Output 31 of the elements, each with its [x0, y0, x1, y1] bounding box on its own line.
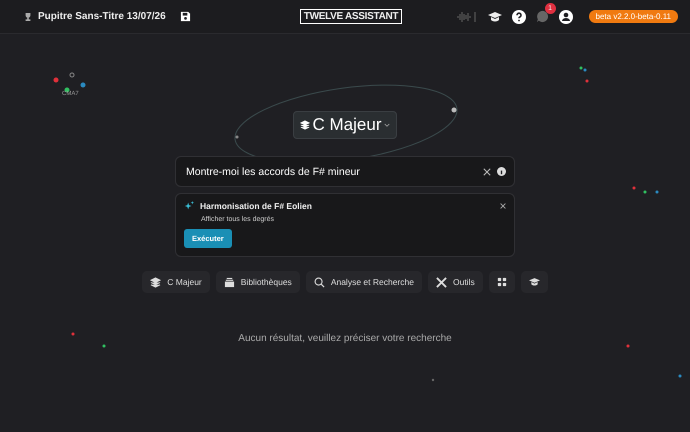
tray-icon	[224, 276, 235, 288]
layers-icon	[300, 120, 310, 130]
save-icon[interactable]	[180, 11, 191, 22]
search-icon	[314, 276, 325, 288]
app-logo: TWELVE ASSISTANT	[300, 9, 402, 24]
help-icon[interactable]	[512, 10, 526, 24]
toolbar-button[interactable]: Bibliothèques	[216, 271, 300, 293]
toolbar-button[interactable]: Analyse et Recherche	[306, 271, 422, 293]
sparkle-icon	[184, 201, 194, 211]
info-icon[interactable]	[497, 167, 506, 176]
empty-results-message: Aucun résultat, veuillez préciser votre recherche	[238, 333, 452, 344]
graduation-cap-icon	[528, 277, 540, 287]
graduation-cap-icon[interactable]	[488, 10, 502, 22]
toolbar-icon-button[interactable]	[488, 271, 515, 293]
tools-icon	[436, 276, 447, 288]
chat-bubble-icon[interactable]	[536, 10, 549, 23]
version-badge: beta v2.2.0-beta-0.11	[588, 10, 678, 23]
document-title: Pupitre Sans-Titre 13/07/26	[38, 11, 166, 22]
search-field[interactable]: Montre-moi les accords de F# mineur	[175, 156, 515, 187]
suggestion-title: Harmonisation de F# Eolien	[200, 201, 313, 211]
close-icon[interactable]	[500, 203, 506, 209]
layers-icon	[150, 276, 162, 288]
key-selector-button[interactable]: C Majeur	[292, 111, 398, 139]
caret-icon	[384, 122, 390, 128]
toolbar-icon-button[interactable]	[520, 271, 548, 293]
clear-icon[interactable]	[483, 168, 491, 176]
grid-icon	[496, 277, 507, 287]
toolbar-button[interactable]: Outils	[428, 271, 483, 293]
user-avatar-icon[interactable]	[558, 10, 573, 24]
toolbar-button[interactable]: C Majeur	[142, 271, 210, 293]
trophy-icon	[24, 12, 32, 22]
